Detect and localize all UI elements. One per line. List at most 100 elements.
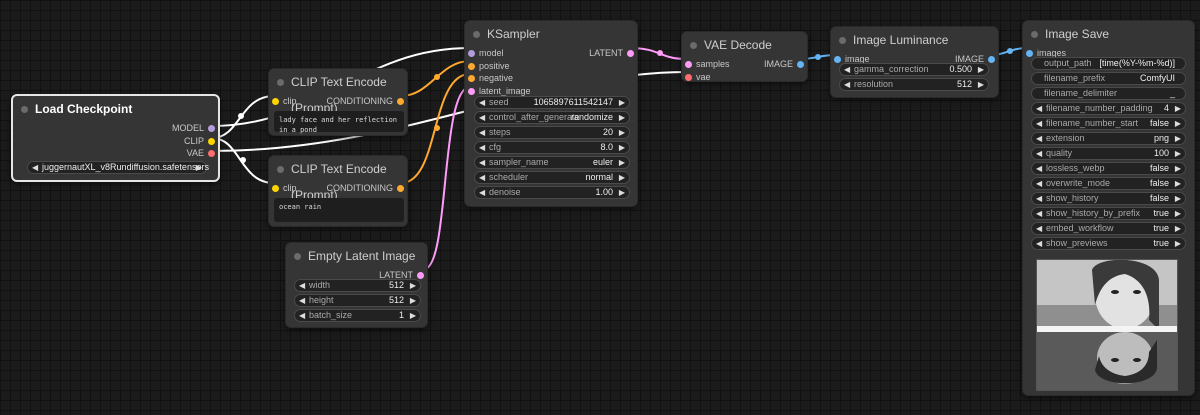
control-after-generate-widget[interactable]: ◀ control_after_generate randomize ▶ [474, 111, 630, 124]
arrow-right-icon[interactable]: ▶ [619, 172, 625, 183]
filename-delimiter-field[interactable]: filename_delimiter _ [1031, 87, 1186, 100]
sampler-name-widget[interactable]: ◀ sampler_name euler ▶ [474, 156, 630, 169]
slot-dot-icon[interactable] [834, 56, 841, 63]
denoise-widget[interactable]: ◀ denoise 1.00 ▶ [474, 186, 630, 199]
arrow-left-icon[interactable]: ◀ [479, 127, 485, 138]
seed-widget[interactable]: ◀ seed 1065897611542147 ▶ [474, 96, 630, 109]
arrow-left-icon[interactable]: ◀ [479, 157, 485, 168]
show-previews-widget[interactable]: ◀ show_previews true ▶ [1031, 237, 1186, 250]
arrow-right-icon[interactable]: ▶ [1175, 148, 1181, 159]
resolution-widget[interactable]: ◀ resolution 512 ▶ [839, 78, 989, 91]
filename-number-start-widget[interactable]: ◀ filename_number_start false ▶ [1031, 117, 1186, 130]
slot-dot-icon[interactable] [468, 62, 475, 70]
arrow-left-icon[interactable]: ◀ [1036, 178, 1042, 189]
slot-dot-icon[interactable] [685, 61, 692, 68]
arrow-left-icon[interactable]: ◀ [1036, 163, 1042, 174]
arrow-left-icon[interactable]: ◀ [1036, 238, 1042, 249]
arrow-left-icon[interactable]: ◀ [1036, 148, 1042, 159]
arrow-left-icon[interactable]: ◀ [299, 310, 305, 321]
slot-dot-icon[interactable] [397, 98, 404, 105]
arrow-right-icon[interactable]: ▶ [196, 162, 202, 173]
arrow-left-icon[interactable]: ◀ [299, 295, 305, 306]
collapse-dot-icon[interactable] [473, 31, 480, 38]
arrow-left-icon[interactable]: ◀ [32, 162, 38, 173]
arrow-right-icon[interactable]: ▶ [619, 157, 625, 168]
arrow-right-icon[interactable]: ▶ [410, 295, 416, 306]
arrow-left-icon[interactable]: ◀ [479, 112, 485, 123]
slot-dot-icon[interactable] [988, 56, 995, 63]
batch-size-widget[interactable]: ◀ batch_size 1 ▶ [294, 309, 421, 322]
show-history-by-prefix-widget[interactable]: ◀ show_history_by_prefix true ▶ [1031, 207, 1186, 220]
arrow-left-icon[interactable]: ◀ [479, 187, 485, 198]
arrow-right-icon[interactable]: ▶ [619, 97, 625, 108]
arrow-right-icon[interactable]: ▶ [1175, 118, 1181, 129]
image-preview[interactable] [1036, 259, 1178, 391]
arrow-left-icon[interactable]: ◀ [479, 172, 485, 183]
collapse-dot-icon[interactable] [1031, 31, 1038, 38]
input-slot-samples[interactable]: samples [685, 58, 730, 71]
arrow-right-icon[interactable]: ▶ [1175, 208, 1181, 219]
output-slot-clip[interactable]: CLIP [13, 135, 218, 148]
slot-dot-icon[interactable] [468, 50, 475, 57]
extension-widget[interactable]: ◀ extension png ▶ [1031, 132, 1186, 145]
arrow-left-icon[interactable]: ◀ [479, 142, 485, 153]
node-clip-text-encode-negative[interactable]: CLIP Text Encode (Prompt) clip CONDITION… [268, 155, 408, 227]
arrow-right-icon[interactable]: ▶ [978, 79, 984, 90]
lossless-webp-widget[interactable]: ◀ lossless_webp false ▶ [1031, 162, 1186, 175]
show-history-widget[interactable]: ◀ show_history false ▶ [1031, 192, 1186, 205]
steps-widget[interactable]: ◀ steps 20 ▶ [474, 126, 630, 139]
filename-number-padding-widget[interactable]: ◀ filename_number_padding 4 ▶ [1031, 102, 1186, 115]
prompt-textarea[interactable]: ocean rain [274, 198, 404, 222]
output-slot-image[interactable]: IMAGE [764, 58, 804, 71]
arrow-left-icon[interactable]: ◀ [844, 79, 850, 90]
quality-widget[interactable]: ◀ quality 100 ▶ [1031, 147, 1186, 160]
collapse-dot-icon[interactable] [294, 253, 301, 260]
ckpt-name-combo[interactable]: ◀ juggernautXL_v8Rundiffusion.safetensor… [27, 161, 209, 174]
arrow-left-icon[interactable]: ◀ [1036, 103, 1042, 114]
slot-dot-icon[interactable] [208, 137, 215, 145]
node-clip-text-encode-positive[interactable]: CLIP Text Encode (Prompt) clip CONDITION… [268, 68, 408, 136]
collapse-dot-icon[interactable] [277, 79, 284, 86]
slot-dot-icon[interactable] [417, 272, 424, 279]
arrow-left-icon[interactable]: ◀ [1036, 193, 1042, 204]
input-slot-negative[interactable]: negative [468, 72, 513, 85]
arrow-right-icon[interactable]: ▶ [1175, 193, 1181, 204]
arrow-left-icon[interactable]: ◀ [299, 280, 305, 291]
output-slot-conditioning[interactable]: CONDITIONING [327, 95, 404, 108]
arrow-left-icon[interactable]: ◀ [1036, 208, 1042, 219]
output-slot-vae[interactable]: VAE [13, 147, 218, 160]
node-ksampler[interactable]: KSampler model LATENT positive negative … [464, 20, 638, 207]
slot-dot-icon[interactable] [685, 73, 692, 81]
slot-dot-icon[interactable] [627, 50, 634, 57]
arrow-right-icon[interactable]: ▶ [410, 280, 416, 291]
embed-workflow-widget[interactable]: ◀ embed_workflow true ▶ [1031, 222, 1186, 235]
filename-prefix-field[interactable]: filename_prefix ComfyUI [1031, 72, 1186, 85]
arrow-right-icon[interactable]: ▶ [978, 64, 984, 75]
output-slot-model[interactable]: MODEL [13, 122, 218, 135]
arrow-right-icon[interactable]: ▶ [1175, 133, 1181, 144]
slot-dot-icon[interactable] [468, 75, 475, 82]
collapse-dot-icon[interactable] [839, 37, 846, 44]
input-slot-model[interactable]: model [468, 47, 504, 60]
width-widget[interactable]: ◀ width 512 ▶ [294, 279, 421, 292]
node-empty-latent-image[interactable]: Empty Latent Image LATENT ◀ width 512 ▶ ◀ he… [285, 242, 428, 328]
collapse-dot-icon[interactable] [21, 106, 28, 113]
overwrite-mode-widget[interactable]: ◀ overwrite_mode false ▶ [1031, 177, 1186, 190]
gamma-correction-widget[interactable]: ◀ gamma_correction 0.500 ▶ [839, 63, 989, 76]
arrow-right-icon[interactable]: ▶ [1175, 163, 1181, 174]
height-widget[interactable]: ◀ height 512 ▶ [294, 294, 421, 307]
arrow-right-icon[interactable]: ▶ [410, 310, 416, 321]
slot-dot-icon[interactable] [272, 185, 279, 192]
slot-dot-icon[interactable] [208, 150, 215, 157]
input-slot-vae[interactable]: vae [685, 71, 711, 84]
node-load-checkpoint[interactable]: Load Checkpoint MODEL CLIP VAE ◀ juggern… [11, 94, 220, 182]
arrow-left-icon[interactable]: ◀ [844, 64, 850, 75]
slot-dot-icon[interactable] [208, 125, 215, 132]
slot-dot-icon[interactable] [797, 61, 804, 68]
arrow-right-icon[interactable]: ▶ [619, 112, 625, 123]
node-image-luminance[interactable]: Image Luminance image IMAGE ◀ gamma_corre… [830, 26, 999, 98]
slot-dot-icon[interactable] [1026, 50, 1033, 57]
node-graph-canvas[interactable]: Load Checkpoint MODEL CLIP VAE ◀ juggern… [0, 0, 1200, 415]
arrow-right-icon[interactable]: ▶ [1175, 103, 1181, 114]
cfg-widget[interactable]: ◀ cfg 8.0 ▶ [474, 141, 630, 154]
